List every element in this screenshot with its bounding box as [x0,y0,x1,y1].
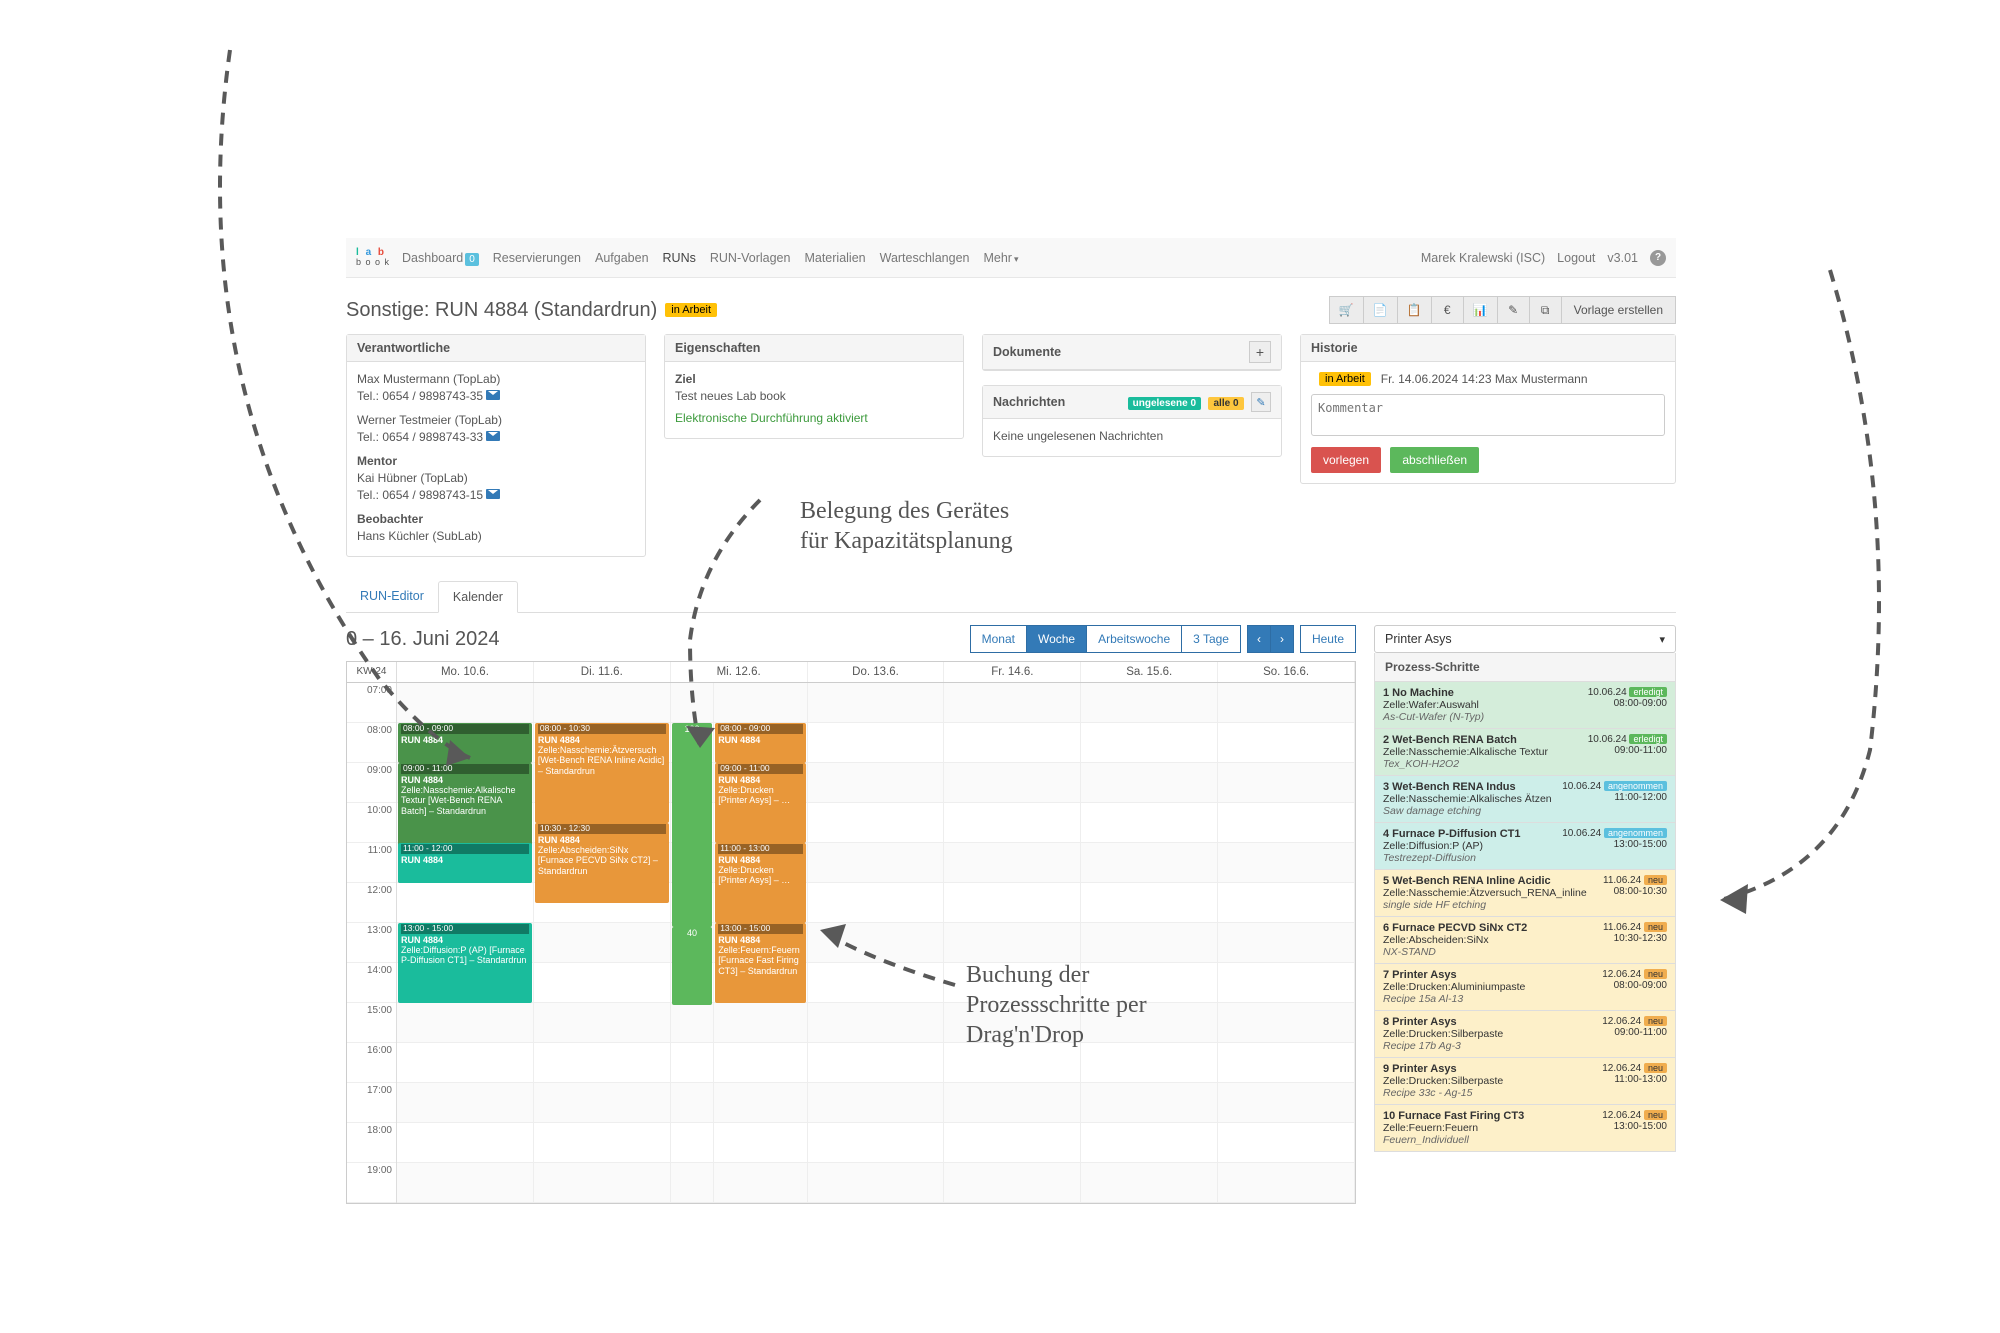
tab-kalender[interactable]: Kalender [438,581,518,613]
tab-run-editor[interactable]: RUN-Editor [346,581,438,612]
panel-dokumente: Dokumente+ [982,334,1282,371]
mail-icon[interactable] [486,431,500,441]
process-step-item[interactable]: 1 No MachineZelle:Wafer:AuswahlAs-Cut-Wa… [1374,682,1676,729]
action-cart-icon[interactable]: 🛒 [1329,296,1364,324]
action-doc2-icon[interactable]: 📋 [1398,296,1432,324]
app-window: l a b b o o k Dashboard0 Reservierungen … [346,238,1676,1204]
mail-icon[interactable] [486,489,500,499]
cal-range: 0 – 16. Juni 2024 [346,628,499,651]
add-doc-button[interactable]: + [1249,341,1271,363]
calendar-event[interactable]: 13:00 - 15:00RUN 4884Zelle:Feuern:Feuern… [715,923,805,1003]
resp-p1-name: Max Mustermann (TopLab) [357,372,635,386]
process-step-item[interactable]: 5 Wet-Bench RENA Inline AcidicZelle:Nass… [1374,870,1676,917]
status-badge: in Arbeit [665,303,717,317]
nav-logout[interactable]: Logout [1557,251,1595,265]
calendar-event[interactable]: 10:30 - 12:30RUN 4884Zelle:Abscheiden:Si… [535,823,669,903]
action-euro-icon[interactable]: € [1432,296,1464,324]
process-step-item[interactable]: 2 Wet-Bench RENA BatchZelle:Nasschemie:A… [1374,729,1676,776]
msgs-unread-badge[interactable]: ungelesene 0 [1128,397,1201,410]
nav-reservierungen[interactable]: Reservierungen [493,251,581,265]
resp-p2-name: Werner Testmeier (TopLab) [357,413,635,427]
hist-vorlegen-button[interactable]: vorlegen [1311,447,1381,473]
process-step-item[interactable]: 9 Printer AsysZelle:Drucken:SilberpasteR… [1374,1058,1676,1105]
view-arbeitswoche[interactable]: Arbeitswoche [1087,625,1182,653]
utilization-bar: 100 [672,723,712,927]
logo: l a b b o o k [356,248,390,267]
process-step-item[interactable]: 10 Furnace Fast Firing CT3Zelle:Feuern:F… [1374,1105,1676,1152]
action-doc1-icon[interactable]: 📄 [1364,296,1398,324]
process-step-item[interactable]: 7 Printer AsysZelle:Drucken:Aluminiumpas… [1374,964,1676,1011]
msgs-compose-icon[interactable]: ✎ [1251,392,1271,412]
calendar-event[interactable]: 09:00 - 11:00RUN 4884Zelle:Drucken [Prin… [715,763,805,843]
nav-warteschlangen[interactable]: Warteschlangen [880,251,970,265]
panel-historie: Historie in Arbeit Fr. 14.06.2024 14:23 … [1300,334,1676,484]
help-icon[interactable]: ? [1650,250,1666,266]
calendar-event[interactable]: 13:00 - 15:00RUN 4884Zelle:Diffusion:P (… [398,923,532,1003]
nav-aufgaben[interactable]: Aufgaben [595,251,649,265]
cal-today-button[interactable]: Heute [1300,625,1356,653]
panel-verantwortliche: Verantwortliche Max Mustermann (TopLab) … [346,334,646,557]
process-step-item[interactable]: 4 Furnace P-Diffusion CT1Zelle:Diffusion… [1374,823,1676,870]
nav-mehr[interactable]: Mehr▾ [983,251,1018,265]
calendar-event[interactable]: 11:00 - 13:00RUN 4884Zelle:Drucken [Prin… [715,843,805,923]
cal-next-icon[interactable]: › [1271,625,1294,653]
nav-run-vorlagen[interactable]: RUN-Vorlagen [710,251,791,265]
calendar-event[interactable]: 11:00 - 12:00RUN 4884 [398,843,532,883]
process-step-item[interactable]: 8 Printer AsysZelle:Drucken:SilberpasteR… [1374,1011,1676,1058]
panel-eigenschaften: Eigenschaften Ziel Test neues Lab book E… [664,334,964,439]
nav-links: Dashboard0 Reservierungen Aufgaben RUNs … [402,251,1018,265]
nav-dashboard[interactable]: Dashboard0 [402,251,479,265]
printer-select[interactable]: Printer Asys▾ [1374,625,1676,653]
mail-icon[interactable] [486,390,500,400]
title-actions: 🛒 📄 📋 € 📊 ✎ ⧉ Vorlage erstellen [1329,296,1676,324]
utilization-bar: 40 [672,927,712,1005]
action-edit-icon[interactable]: ✎ [1498,296,1530,324]
calendar-event[interactable]: 08:00 - 09:00RUN 4884 [398,723,532,763]
calendar-event[interactable]: 08:00 - 10:30RUN 4884Zelle:Nasschemie:Ät… [535,723,669,823]
view-monat[interactable]: Monat [970,625,1027,653]
hist-comment-input[interactable] [1311,394,1665,436]
nav-version: v3.01 [1607,251,1638,265]
calendar-grid[interactable]: KW 24 Mo. 10.6. Di. 11.6. Mi. 12.6. Do. … [346,661,1356,1204]
panel-verantwortliche-header: Verantwortliche [347,335,645,362]
navbar: l a b b o o k Dashboard0 Reservierungen … [346,238,1676,278]
action-chart-icon[interactable]: 📊 [1464,296,1498,324]
nav-materialien[interactable]: Materialien [804,251,865,265]
tabs: RUN-Editor Kalender [346,581,1676,613]
steps-header: Prozess-Schritte [1374,653,1676,682]
panel-nachrichten: Nachrichten ungelesene 0 alle 0 ✎ Keine … [982,385,1282,457]
cal-prev-icon[interactable]: ‹ [1247,625,1271,653]
hist-abschliessen-button[interactable]: abschließen [1390,447,1479,473]
view-woche[interactable]: Woche [1027,625,1087,653]
msgs-all-badge[interactable]: alle 0 [1208,397,1243,410]
action-copy-icon[interactable]: ⧉ [1530,296,1562,324]
page-title: Sonstige: RUN 4884 (Standardrun) [346,299,657,322]
action-vorlage[interactable]: Vorlage erstellen [1562,296,1676,324]
calendar-event[interactable]: 08:00 - 09:00RUN 4884 [715,723,805,763]
process-step-item[interactable]: 6 Furnace PECVD SiNx CT2Zelle:Abscheiden… [1374,917,1676,964]
nav-user[interactable]: Marek Kralewski (ISC) [1421,251,1545,265]
nav-runs[interactable]: RUNs [663,251,696,265]
view-3tage[interactable]: 3 Tage [1182,625,1241,653]
process-step-item[interactable]: 3 Wet-Bench RENA IndusZelle:Nasschemie:A… [1374,776,1676,823]
